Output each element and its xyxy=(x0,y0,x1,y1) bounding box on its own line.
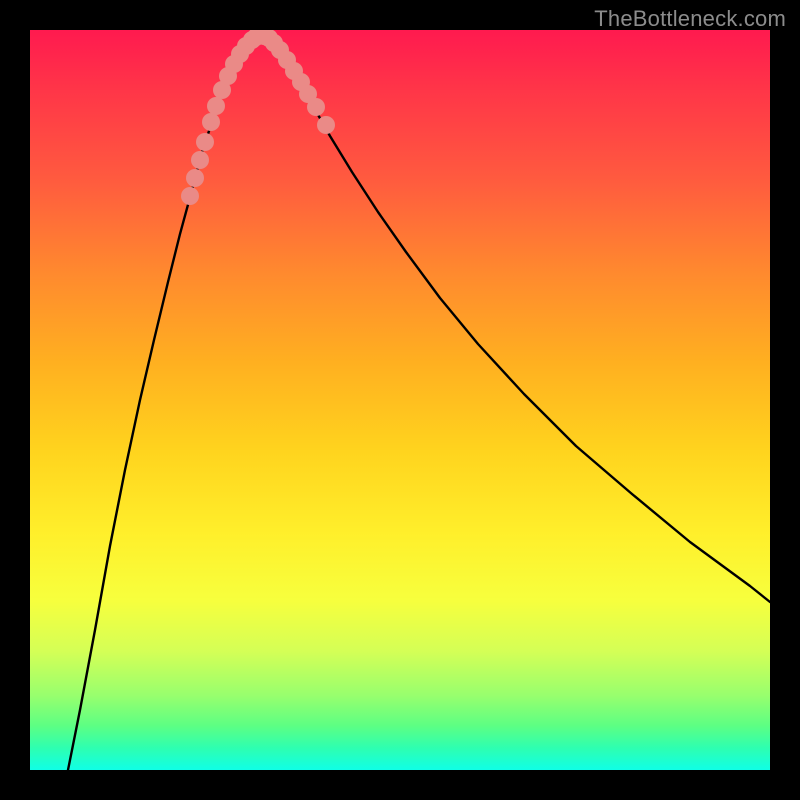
curve-right-branch xyxy=(269,38,770,602)
data-dot xyxy=(186,169,204,187)
plot-area xyxy=(30,30,770,770)
data-dot xyxy=(181,187,199,205)
data-dot xyxy=(196,133,214,151)
dots-layer xyxy=(181,30,335,205)
data-dot xyxy=(307,98,325,116)
curve-layer xyxy=(68,35,770,770)
chart-frame: TheBottleneck.com xyxy=(0,0,800,800)
watermark-text: TheBottleneck.com xyxy=(594,6,786,32)
data-dot xyxy=(317,116,335,134)
data-dot xyxy=(202,113,220,131)
chart-svg xyxy=(30,30,770,770)
data-dot xyxy=(207,97,225,115)
curve-left-branch xyxy=(68,38,253,770)
data-dot xyxy=(191,151,209,169)
